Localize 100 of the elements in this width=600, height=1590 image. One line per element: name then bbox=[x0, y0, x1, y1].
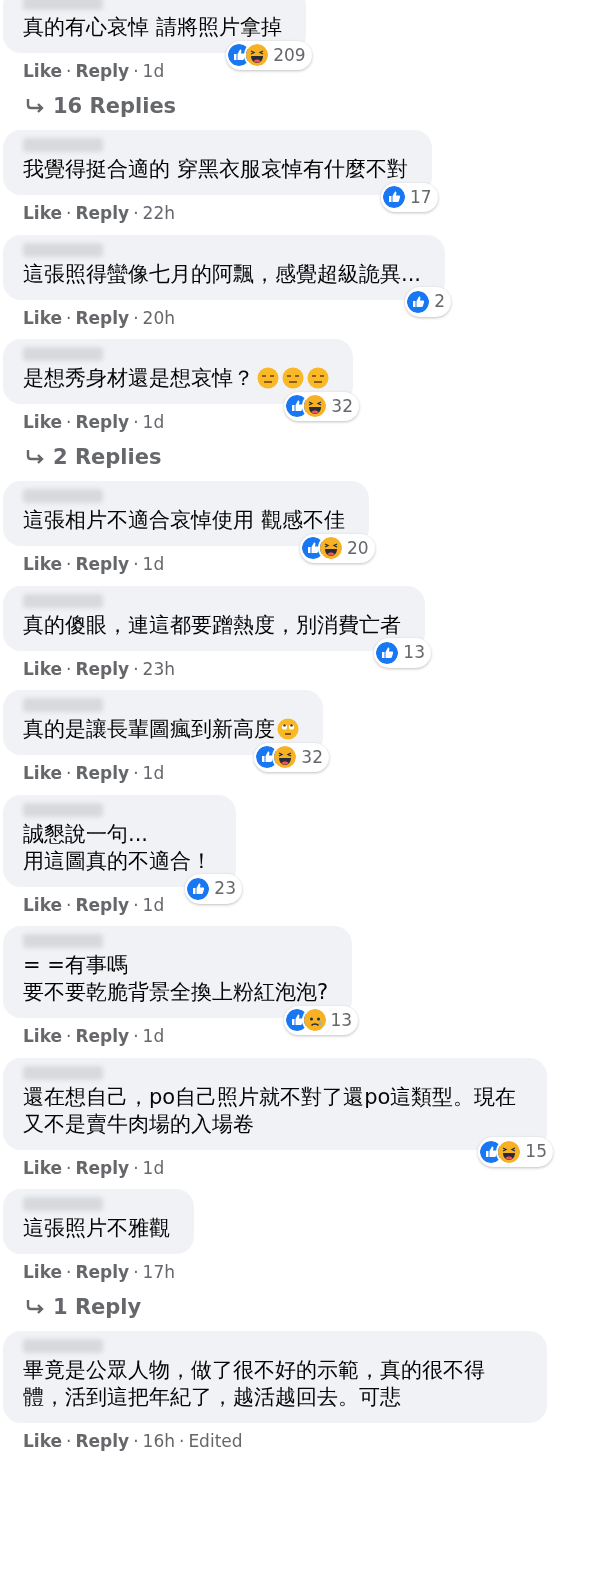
reaction-badge[interactable]: 23 bbox=[185, 874, 242, 904]
separator-dot: · bbox=[133, 202, 139, 225]
like-link[interactable]: Like bbox=[23, 552, 63, 578]
like-link[interactable]: Like bbox=[23, 761, 63, 787]
reaction-badge[interactable]: 32 bbox=[254, 742, 329, 772]
separator-dot: · bbox=[133, 553, 139, 576]
like-link[interactable]: Like bbox=[23, 1260, 63, 1286]
laughing-face-icon bbox=[274, 746, 297, 769]
reply-link[interactable]: Reply bbox=[75, 892, 130, 918]
separator-dot: · bbox=[133, 1025, 139, 1048]
reaction-count: 20 bbox=[347, 536, 369, 560]
crying-face-icon bbox=[303, 1009, 326, 1032]
comment-time: 17h bbox=[142, 1261, 175, 1284]
reaction-badge[interactable]: 17 bbox=[381, 182, 438, 212]
separator-dot: · bbox=[178, 1430, 185, 1453]
like-link[interactable]: Like bbox=[23, 1155, 63, 1181]
view-replies-link[interactable]: 1 Reply bbox=[25, 1291, 142, 1323]
laughing-face-icon bbox=[304, 395, 327, 418]
reaction-count: 15 bbox=[525, 1140, 547, 1163]
like-link[interactable]: Like bbox=[23, 1024, 63, 1050]
reply-link[interactable]: Reply bbox=[75, 201, 130, 227]
separator-dot: · bbox=[66, 411, 72, 434]
comment-text: 要不要乾脆背景全換上粉紅泡泡? bbox=[23, 980, 329, 1004]
eye-roll-face-icon bbox=[277, 718, 299, 740]
reaction-badge[interactable]: 15 bbox=[478, 1137, 553, 1167]
separator-dot: · bbox=[133, 657, 139, 681]
like-link[interactable]: Like bbox=[23, 410, 63, 436]
like-link[interactable]: Like bbox=[23, 656, 63, 682]
reaction-badge[interactable]: 209 bbox=[226, 40, 312, 70]
comment-text: 真的傻眼，連這都要蹭熱度，別消費亡者 bbox=[23, 612, 401, 637]
separator-dot: · bbox=[66, 1261, 72, 1284]
comment-text: 這張照片不雅觀 bbox=[23, 1216, 170, 1240]
reaction-count: 23 bbox=[214, 877, 236, 900]
reply-link[interactable]: Reply bbox=[75, 1429, 130, 1455]
comment-time: 1d bbox=[142, 1025, 165, 1048]
separator-dot: · bbox=[133, 893, 139, 917]
comment-time: 22h bbox=[142, 202, 175, 225]
thumbs-up-icon bbox=[187, 877, 210, 900]
comment-text: 這張照得蠻像七月的阿飄，感覺超級詭異... bbox=[23, 261, 422, 286]
thumbs-up-icon bbox=[376, 641, 399, 664]
like-link[interactable]: Like bbox=[23, 892, 63, 918]
reply-arrow-icon bbox=[25, 449, 45, 466]
comment-time: 1d bbox=[142, 553, 165, 576]
reaction-badge[interactable]: 32 bbox=[284, 391, 359, 421]
comment-text: 畢竟是公眾人物，做了很不好的示範，真的很不得體，活到這把年紀了，越活越回去。可悲 bbox=[23, 1358, 485, 1409]
reply-link[interactable]: Reply bbox=[75, 552, 130, 578]
separator-dot: · bbox=[66, 553, 72, 576]
reaction-count: 32 bbox=[301, 745, 323, 769]
separator-dot: · bbox=[66, 306, 72, 330]
like-link[interactable]: Like bbox=[23, 201, 63, 227]
view-replies-link[interactable]: 2 Replies bbox=[25, 441, 162, 473]
comment-text: 是想秀身材還是想哀悼？ bbox=[23, 366, 254, 390]
reaction-count: 32 bbox=[331, 394, 353, 418]
comment-time: 1d bbox=[142, 1156, 165, 1180]
reply-link[interactable]: Reply bbox=[75, 656, 130, 682]
separator-dot: · bbox=[133, 411, 139, 434]
thumbs-up-icon bbox=[407, 290, 430, 313]
reply-link[interactable]: Reply bbox=[75, 305, 130, 331]
separator-dot: · bbox=[66, 202, 72, 225]
separator-dot: · bbox=[66, 893, 72, 917]
separator-dot: · bbox=[133, 762, 139, 785]
reaction-badge[interactable]: 20 bbox=[300, 533, 375, 563]
like-link[interactable]: Like bbox=[23, 305, 63, 331]
comment-text: 還在想自己，po自己照片就不對了還po這類型。現在又不是賣牛肉場的入場卷 bbox=[23, 1084, 517, 1136]
comment-text: 誠懇說一句... bbox=[23, 821, 149, 846]
separator-dot: · bbox=[66, 1430, 72, 1453]
like-link[interactable]: Like bbox=[23, 1429, 63, 1455]
reaction-badge[interactable]: 13 bbox=[283, 1005, 359, 1035]
expressionless-face-icon bbox=[282, 367, 304, 389]
reply-link[interactable]: Reply bbox=[75, 1024, 130, 1050]
separator-dot: · bbox=[133, 1156, 139, 1180]
separator-dot: · bbox=[133, 1261, 139, 1284]
reaction-count: 2 bbox=[434, 290, 446, 313]
reply-arrow-icon bbox=[25, 98, 45, 115]
reaction-count: 17 bbox=[410, 185, 432, 209]
comment-time: 1d bbox=[142, 762, 165, 785]
comment-time: 20h bbox=[142, 306, 175, 330]
reaction-count: 209 bbox=[273, 43, 306, 67]
comment-text: 我覺得挺合適的 穿黑衣服哀悼有什麼不對 bbox=[23, 157, 408, 181]
comment-text: 用這圖真的不適合！ bbox=[23, 848, 212, 873]
laughing-face-icon bbox=[320, 537, 343, 560]
reply-link[interactable]: Reply bbox=[75, 1260, 130, 1286]
reply-link[interactable]: Reply bbox=[75, 59, 130, 85]
separator-dot: · bbox=[66, 1156, 72, 1180]
reply-arrow-icon bbox=[25, 1299, 45, 1316]
reply-link[interactable]: Reply bbox=[75, 410, 130, 436]
reply-link[interactable]: Reply bbox=[75, 1155, 130, 1181]
reaction-badge[interactable]: 2 bbox=[405, 287, 452, 317]
reaction-badge[interactable]: 13 bbox=[374, 638, 431, 668]
reaction-count: 13 bbox=[330, 1008, 353, 1032]
separator-dot: · bbox=[66, 657, 72, 681]
like-link[interactable]: Like bbox=[23, 59, 63, 85]
reply-link[interactable]: Reply bbox=[75, 761, 130, 787]
edited-label: Edited bbox=[188, 1430, 243, 1453]
view-replies-link[interactable]: 16 Replies bbox=[25, 90, 177, 122]
laughing-face-icon bbox=[498, 1140, 521, 1163]
comment-time: 1d bbox=[142, 893, 165, 917]
thumbs-up-icon bbox=[383, 186, 406, 209]
separator-dot: · bbox=[133, 306, 139, 330]
separator-dot: · bbox=[66, 1025, 72, 1048]
